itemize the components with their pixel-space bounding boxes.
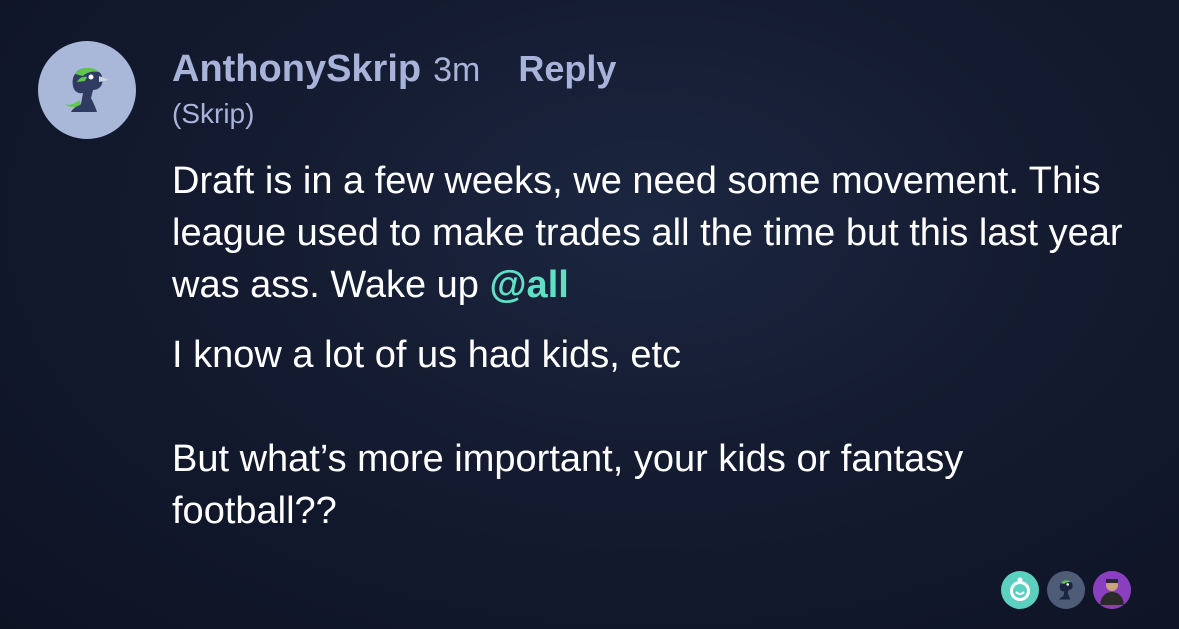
message-paragraph: I know a lot of us had kids, etc	[172, 334, 682, 376]
nickname: (Skrip)	[172, 98, 255, 129]
message-paragraph: But what’s more important, your kids or …	[172, 438, 964, 532]
seahawk-mascot-icon	[1059, 580, 1073, 600]
person-photo-icon	[1093, 571, 1131, 609]
reply-button[interactable]: Reply	[518, 48, 616, 90]
reactions-bar	[1001, 571, 1131, 609]
mention-all[interactable]: @all	[490, 264, 569, 306]
message-text: Draft is in a few weeks, we need some mo…	[172, 160, 1123, 306]
message-paragraph: Draft is in a few weeks, we need some mo…	[172, 155, 1132, 311]
comment-header: AnthonySkrip 3m Reply	[172, 48, 616, 91]
username[interactable]: AnthonySkrip	[172, 48, 421, 91]
mascot-avatar-icon	[1010, 577, 1030, 601]
reaction-avatar[interactable]	[1093, 571, 1131, 609]
timestamp: 3m	[433, 51, 481, 89]
avatar[interactable]	[38, 41, 136, 139]
reaction-avatar[interactable]	[1047, 571, 1085, 609]
message-body: Draft is in a few weeks, we need some mo…	[172, 155, 1132, 537]
reaction-avatar[interactable]	[1001, 571, 1039, 609]
seahawk-mascot-icon	[65, 67, 109, 112]
